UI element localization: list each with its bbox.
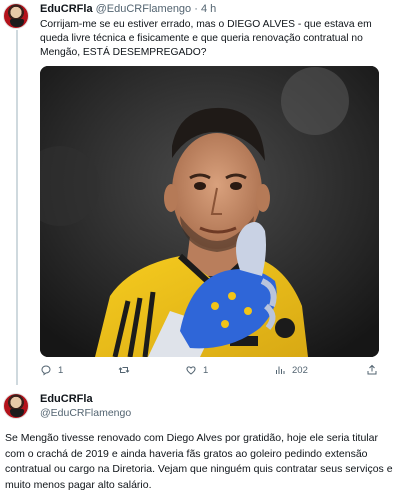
separator: · — [194, 3, 198, 15]
views-count: 202 — [292, 364, 308, 376]
goalkeeper-photo — [40, 66, 379, 357]
like-count: 1 — [203, 364, 209, 376]
like-button[interactable]: 1 — [185, 364, 208, 376]
tweet-2[interactable]: EduCRFla @EduCRFlamengo Se Mengão tivess… — [0, 385, 400, 499]
views-button[interactable]: 202 — [274, 364, 308, 376]
tweet-text: Corrijam-me se eu estiver errado, mas o … — [40, 19, 372, 58]
reply-icon — [41, 365, 51, 376]
author-handle[interactable]: @EduCRFlamengo — [40, 407, 131, 419]
retweet-button[interactable] — [118, 364, 136, 376]
author-handle[interactable]: @EduCRFlamengo — [96, 3, 192, 15]
share-icon — [367, 364, 377, 375]
retweet-icon — [118, 367, 130, 373]
views-icon — [276, 366, 285, 374]
author-name[interactable]: EduCRFla — [40, 3, 93, 15]
heart-icon — [186, 366, 196, 375]
tweet-actions: 1 1 202 — [40, 364, 385, 378]
share-button[interactable] — [366, 364, 378, 376]
timestamp[interactable]: 4 h — [201, 3, 216, 15]
tweet-text: Se Mengão tivesse renovado com Diego Alv… — [5, 432, 393, 491]
reply-count: 1 — [58, 364, 64, 376]
author-name[interactable]: EduCRFla — [40, 393, 93, 405]
avatar[interactable] — [3, 3, 29, 29]
reply-button[interactable]: 1 — [40, 364, 63, 376]
avatar[interactable] — [3, 393, 29, 419]
thread-line — [16, 30, 18, 385]
tweet-image[interactable] — [40, 66, 379, 357]
tweet-header: EduCRFla @EduCRFlamengo · 4 h — [40, 3, 216, 15]
tweet-1[interactable]: EduCRFla @EduCRFlamengo · 4 h Corrijam-m… — [0, 0, 400, 385]
